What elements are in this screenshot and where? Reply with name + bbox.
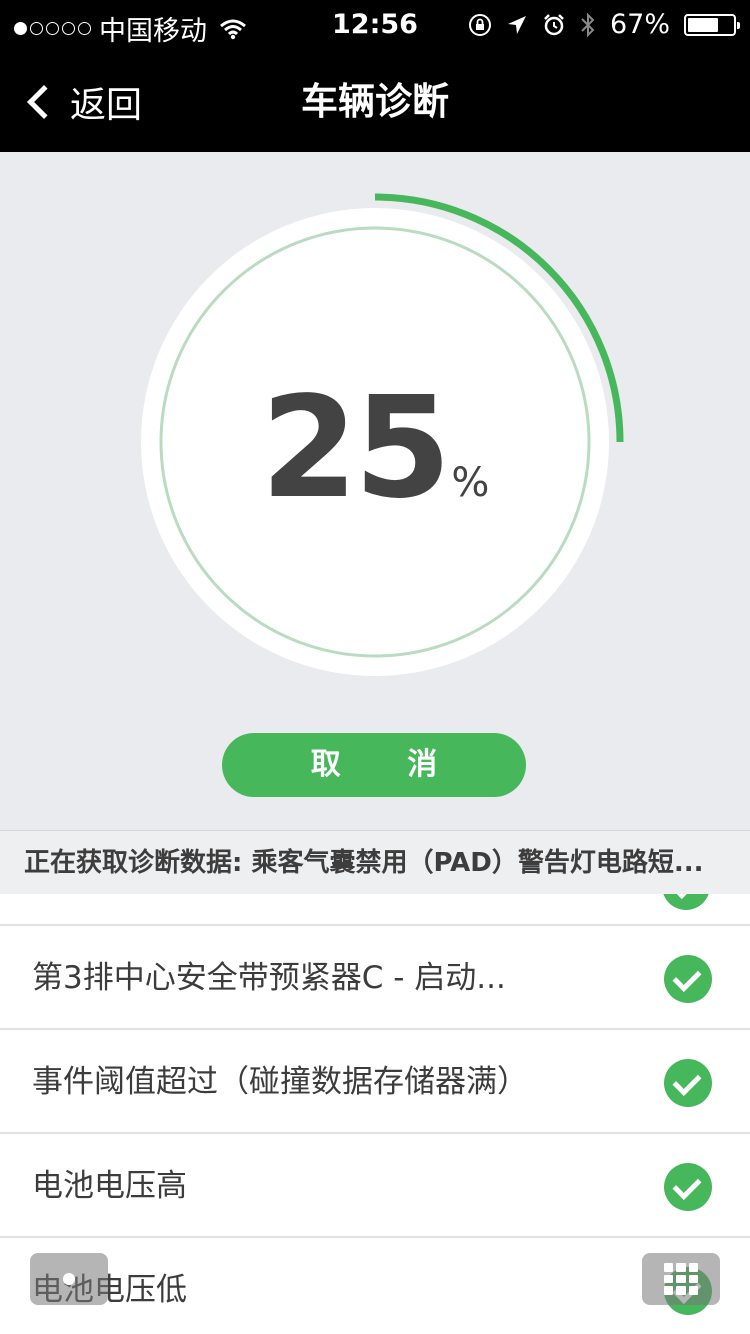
list-item: 事件阈值超过（碰撞数据存储器满）	[0, 1030, 750, 1134]
cancel-button[interactable]: 取 消	[222, 733, 526, 797]
status-bar: 中国移动 12:56 67%	[0, 0, 750, 52]
battery-icon	[684, 13, 740, 36]
check-icon	[664, 955, 712, 1003]
page-title: 车辆诊断	[301, 80, 449, 123]
check-icon	[664, 1059, 712, 1107]
progress-percent: 25%	[0, 367, 750, 530]
list-item-partial	[0, 894, 750, 926]
assistive-touch-button[interactable]	[30, 1253, 108, 1305]
check-icon	[664, 1163, 712, 1211]
list-item: 电池电压低	[0, 1238, 750, 1334]
status-icons: 67%	[468, 9, 740, 40]
rotation-lock-icon	[468, 13, 491, 36]
list-item: 电池电压高	[0, 1134, 750, 1238]
navigation-bar: 返回 车辆诊断	[0, 52, 750, 152]
check-icon	[662, 894, 710, 910]
list-item-label: 电池电压高	[32, 1168, 187, 1204]
diagnosis-item-list[interactable]: 第3排中心安全带预紧器C - 启动... 事件阈值超过（碰撞数据存储器满） 电池电压…	[0, 894, 750, 1334]
grid-menu-button[interactable]	[642, 1253, 720, 1305]
list-item-label: 事件阈值超过（碰撞数据存储器满）	[32, 1064, 528, 1100]
progress-unit: %	[451, 460, 490, 506]
diagnosis-status-text: 正在获取诊断数据: 乘客气囊禁用（PAD）警告灯电路短...	[0, 830, 750, 894]
diagnosis-progress-panel: 25% 取 消	[0, 152, 750, 830]
alarm-icon	[544, 13, 564, 35]
location-icon	[507, 15, 526, 34]
progress-value: 25	[260, 367, 452, 530]
grid-icon	[664, 1263, 698, 1295]
list-item-label: 第3排中心安全带预紧器C - 启动...	[32, 960, 506, 996]
bluetooth-icon	[581, 12, 595, 37]
list-item: 第3排中心安全带预紧器C - 启动...	[0, 926, 750, 1030]
battery-percent: 67%	[609, 9, 670, 40]
